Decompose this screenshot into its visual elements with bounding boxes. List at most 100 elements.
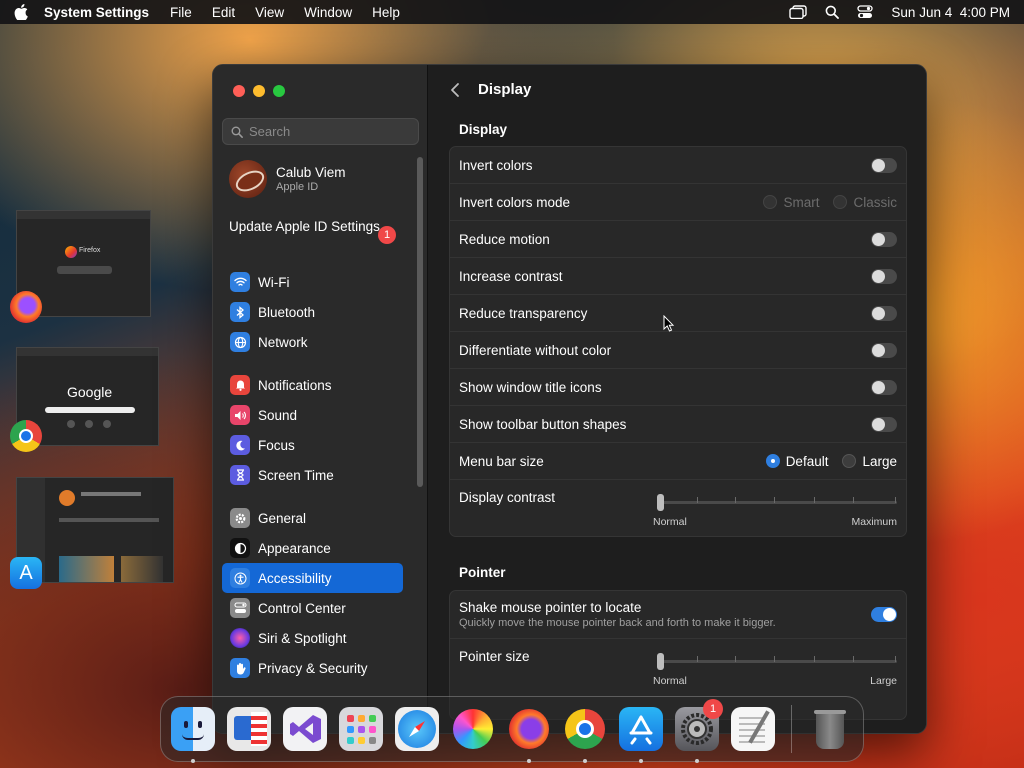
radio-smart[interactable]: Smart: [763, 195, 819, 210]
slider-thumb[interactable]: [657, 653, 664, 670]
slider-min-label: Normal: [653, 516, 687, 528]
slider-tick: [735, 656, 736, 662]
launchpad-icon: [339, 707, 383, 751]
zoom-button[interactable]: [273, 85, 285, 97]
dock-item-color-picker[interactable]: [449, 705, 497, 753]
dock-item-trash[interactable]: [806, 705, 854, 753]
sidebar-item-siri-spotlight[interactable]: Siri & Spotlight: [222, 623, 403, 653]
dock-item-finder[interactable]: [169, 705, 217, 763]
sidebar-item-wifi[interactable]: Wi-Fi: [222, 267, 403, 297]
search-field[interactable]: [222, 118, 419, 145]
sidebar-item-bluetooth[interactable]: Bluetooth: [222, 297, 403, 327]
differentiate-without-color-toggle[interactable]: [871, 342, 897, 358]
reduce-motion-toggle[interactable]: [871, 231, 897, 247]
apple-logo-icon[interactable]: [14, 4, 28, 20]
setting-label: Reduce motion: [459, 231, 550, 247]
radio-large[interactable]: Large: [842, 454, 897, 469]
close-button[interactable]: [233, 85, 245, 97]
sidebar-item-focus[interactable]: Focus: [222, 430, 403, 460]
radio-default[interactable]: Default: [765, 454, 828, 469]
slider-max-label: Maximum: [851, 516, 897, 528]
radio-classic[interactable]: Classic: [833, 195, 897, 210]
firefox-logo-icon: [65, 246, 77, 258]
shake-pointer-toggle[interactable]: [871, 607, 897, 622]
slider-thumb[interactable]: [657, 494, 664, 511]
pointer-size-slider[interactable]: Normal Large: [653, 653, 897, 689]
section-title-pointer: Pointer: [459, 565, 506, 580]
window-title-icons-toggle[interactable]: [871, 379, 897, 395]
search-icon: [231, 126, 243, 138]
setting-label: Invert colors: [459, 157, 533, 173]
dock-item-visual-studio[interactable]: [281, 705, 329, 753]
stage-manager-icon[interactable]: [789, 5, 808, 19]
slider-track: [657, 501, 897, 504]
sidebar-item-label: General: [258, 510, 307, 526]
apple-id-profile[interactable]: Calub Viem Apple ID: [229, 160, 346, 198]
sidebar-item-sound[interactable]: Sound: [222, 400, 403, 430]
increase-contrast-toggle[interactable]: [871, 268, 897, 284]
control-center-icon: [230, 598, 250, 618]
safari-icon: [395, 707, 439, 751]
sidebar-item-appearance[interactable]: Appearance: [222, 533, 403, 563]
setting-label: Show window title icons: [459, 379, 602, 395]
slider-max-label: Large: [870, 675, 897, 687]
sidebar-scrollbar[interactable]: [417, 157, 423, 487]
sidebar-group-network: Wi-Fi Bluetooth Network: [222, 267, 403, 357]
thumb-search-bar: [57, 266, 112, 274]
spotlight-search-icon[interactable]: [825, 5, 840, 19]
sidebar-item-notifications[interactable]: Notifications: [222, 370, 403, 400]
sidebar-item-label: Privacy & Security: [258, 660, 368, 676]
menu-file[interactable]: File: [170, 5, 192, 20]
thumb-search-bar: [45, 407, 135, 413]
dock-item-textedit[interactable]: [729, 705, 777, 753]
update-apple-id-settings[interactable]: Update Apple ID Settings: [229, 219, 399, 235]
firefox-app-icon[interactable]: [10, 291, 42, 323]
menu-edit[interactable]: Edit: [212, 5, 235, 20]
menu-window[interactable]: Window: [304, 5, 352, 20]
search-input[interactable]: [249, 124, 409, 139]
invert-colors-toggle[interactable]: [871, 157, 897, 173]
slider-tick: [814, 497, 815, 503]
dock-item-screenshot[interactable]: [225, 705, 273, 753]
window-controls: [233, 85, 285, 97]
dock-item-system-settings[interactable]: 1: [673, 699, 723, 763]
thumb-titlebar: [17, 348, 158, 356]
setting-row-invert-colors: Invert colors: [450, 147, 906, 184]
avatar: [229, 160, 267, 198]
textedit-icon: [731, 707, 775, 751]
sidebar-item-privacy-security[interactable]: Privacy & Security: [222, 653, 403, 683]
sidebar-group-notifications: Notifications Sound Focus Screen Time: [222, 370, 403, 490]
clock[interactable]: Sun Jun 4 4:00 PM: [891, 5, 1010, 20]
sidebar-item-accessibility[interactable]: Accessibility: [222, 563, 403, 593]
setting-label: Shake mouse pointer to locate: [459, 600, 642, 615]
content-header: Display: [450, 81, 531, 98]
invert-mode-radio-group: Smart Classic: [763, 195, 897, 210]
dock-item-launchpad[interactable]: [337, 705, 385, 753]
thumb-shortcuts: [67, 420, 111, 428]
running-indicator: [695, 759, 699, 763]
update-badge: 1: [378, 226, 396, 244]
app-menu[interactable]: System Settings: [44, 5, 149, 20]
minimize-button[interactable]: [253, 85, 265, 97]
sidebar-item-control-center[interactable]: Control Center: [222, 593, 403, 623]
sidebar-item-screen-time[interactable]: Screen Time: [222, 460, 403, 490]
radio-dot: [833, 195, 848, 209]
control-center-icon[interactable]: [857, 5, 874, 19]
menu-view[interactable]: View: [255, 5, 284, 20]
dock-item-chrome[interactable]: [561, 705, 609, 763]
chrome-app-icon[interactable]: [10, 420, 42, 452]
menu-help[interactable]: Help: [372, 5, 400, 20]
dock-item-app-store[interactable]: [617, 705, 665, 763]
toolbar-button-shapes-toggle[interactable]: [871, 416, 897, 432]
sidebar-item-network[interactable]: Network: [222, 327, 403, 357]
chevron-left-icon[interactable]: [450, 82, 460, 98]
dock-item-firefox[interactable]: [505, 705, 553, 763]
dock-item-safari[interactable]: [393, 705, 441, 753]
sidebar-item-general[interactable]: General: [222, 503, 403, 533]
reduce-transparency-toggle[interactable]: [871, 305, 897, 321]
thumb-titlebar: [17, 211, 150, 219]
app-store-app-icon[interactable]: A: [10, 557, 42, 589]
display-contrast-slider[interactable]: Normal Maximum: [653, 494, 897, 530]
setting-row-toolbar-button-shapes: Show toolbar button shapes: [450, 406, 906, 443]
profile-name: Calub Viem: [276, 165, 346, 180]
